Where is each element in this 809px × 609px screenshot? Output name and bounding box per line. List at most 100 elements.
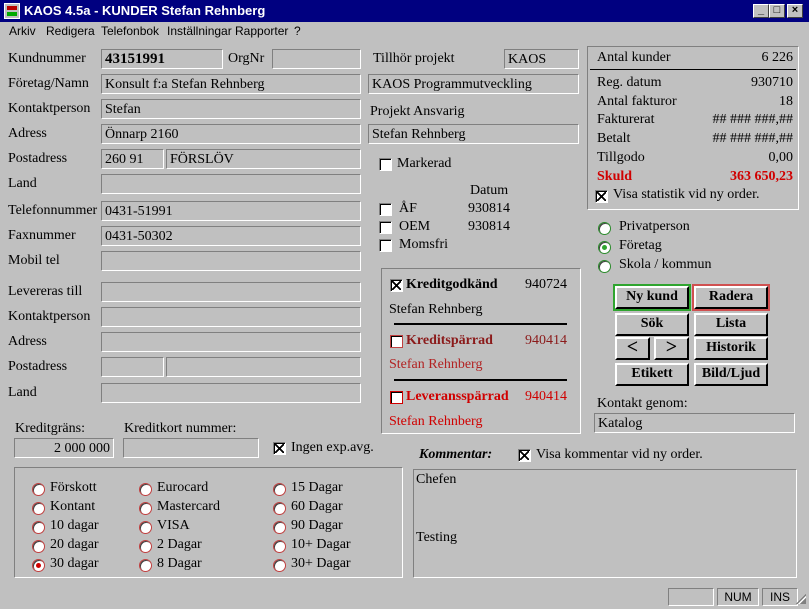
payment-radio-30-dagar[interactable]	[32, 559, 45, 572]
leveranssparrad-by: Stefan Rehnberg	[389, 414, 483, 429]
levereras-field[interactable]	[101, 282, 361, 302]
af-checkbox[interactable]	[379, 203, 392, 216]
payment-radio-60-dagar[interactable]	[273, 502, 286, 515]
visa-kommentar-checkbox[interactable]	[518, 449, 531, 462]
kontaktperson-field[interactable]: Stefan	[101, 99, 361, 119]
datum-label: Datum	[470, 183, 509, 198]
payment-radio-forskott[interactable]	[32, 483, 45, 496]
divider	[394, 323, 567, 325]
lev-kontaktperson-field[interactable]	[101, 307, 361, 327]
title-bar[interactable]: KAOS 4.5a - KUNDER Stefan Rehnberg _ □ ×	[0, 0, 809, 22]
land-field[interactable]	[101, 174, 361, 194]
stat-reg-datum-label: Reg. datum	[597, 75, 662, 90]
stat-tillgodo-value: 0,00	[768, 150, 794, 165]
type-radio-foretag[interactable]	[598, 241, 611, 254]
radera-button[interactable]: Radera	[694, 286, 768, 309]
fax-field[interactable]: 0431-50302	[101, 226, 361, 246]
payment-radio-90-dagar[interactable]	[273, 521, 286, 534]
menu-help[interactable]: ?	[294, 24, 301, 38]
mobil-field[interactable]	[101, 251, 361, 271]
kreditgodkand-label: Kreditgodkänd	[406, 277, 498, 292]
ingen-exp-avg-checkbox[interactable]	[273, 442, 286, 455]
kreditsparrad-label: Kreditspärrad	[406, 333, 493, 348]
menu-installningar[interactable]: Inställningar	[167, 24, 232, 38]
payment-radio-visa[interactable]	[139, 521, 152, 534]
lev-ort-field[interactable]	[166, 357, 361, 377]
payment-label-forskott: Förskott	[50, 480, 97, 495]
orgnr-field[interactable]	[272, 49, 361, 69]
divider	[394, 379, 567, 381]
stat-antal-fakturor-value: 18	[779, 94, 793, 109]
menu-rapporter[interactable]: Rapporter	[235, 24, 288, 38]
stat-antal-kunder-value: 6 226	[761, 50, 794, 65]
stat-fakturerat-label: Fakturerat	[597, 112, 655, 127]
maximize-button[interactable]: □	[769, 4, 785, 18]
payment-radio-8-dagar[interactable]	[139, 559, 152, 572]
payment-radio-30plus-dagar[interactable]	[273, 559, 286, 572]
resize-grip-icon[interactable]	[796, 594, 806, 604]
adress-field[interactable]: Önnarp 2160	[101, 124, 361, 144]
postnr-field[interactable]: 260 91	[101, 149, 164, 169]
visa-statistik-checkbox[interactable]	[595, 190, 608, 203]
projekt-namn-field[interactable]: KAOS Programmutveckling	[368, 74, 579, 94]
tillhor-projekt-field[interactable]: KAOS	[504, 49, 579, 69]
oem-checkbox[interactable]	[379, 221, 392, 234]
kundnummer-field[interactable]: 43151991	[101, 49, 223, 69]
lista-button[interactable]: Lista	[694, 313, 768, 336]
lev-postnr-field[interactable]	[101, 357, 164, 377]
fax-label: Faxnummer	[8, 228, 76, 243]
menu-telefonbok[interactable]: Telefonbok	[101, 24, 159, 38]
kreditsparrad-date: 940414	[525, 333, 567, 348]
payment-radio-kontant[interactable]	[32, 502, 45, 515]
lev-land-field[interactable]	[101, 383, 361, 403]
kreditgrans-field[interactable]: 2 000 000	[14, 438, 114, 458]
kommentar-textarea[interactable]: Chefen Testing	[413, 469, 797, 578]
payment-radio-eurocard[interactable]	[139, 483, 152, 496]
historik-button[interactable]: Historik	[694, 337, 768, 360]
payment-label-visa: VISA	[157, 518, 190, 533]
markerad-checkbox[interactable]	[379, 158, 392, 171]
payment-radio-15-dagar[interactable]	[273, 483, 286, 496]
kreditkort-field[interactable]	[123, 438, 259, 458]
payment-radio-10plus-dagar[interactable]	[273, 540, 286, 553]
stat-betalt-label: Betalt	[597, 131, 631, 146]
payment-radio-10-dagar[interactable]	[32, 521, 45, 534]
lev-kontaktperson-label: Kontaktperson	[8, 309, 91, 324]
app-icon[interactable]	[4, 3, 20, 19]
kreditgodkand-checkbox[interactable]	[390, 279, 403, 292]
telefon-field[interactable]: 0431-51991	[101, 201, 361, 221]
lev-adress-field[interactable]	[101, 332, 361, 352]
sok-button[interactable]: Sök	[615, 313, 689, 336]
kreditsparrad-checkbox[interactable]	[390, 335, 403, 348]
next-button[interactable]: >	[654, 337, 689, 360]
projekt-ansvarig-field[interactable]: Stefan Rehnberg	[368, 124, 579, 144]
leveranssparrad-checkbox[interactable]	[390, 391, 403, 404]
momsfri-checkbox[interactable]	[379, 239, 392, 252]
kontakt-genom-field[interactable]: Katalog	[594, 413, 795, 433]
payment-radio-2-dagar[interactable]	[139, 540, 152, 553]
type-label-skola-kommun: Skola / kommun	[619, 257, 712, 272]
bild-ljud-button[interactable]: Bild/Ljud	[694, 363, 768, 386]
stat-skuld-label: Skuld	[597, 169, 633, 184]
kontakt-genom-label: Kontakt genom:	[597, 396, 688, 411]
ny-kund-button[interactable]: Ny kund	[615, 286, 689, 309]
menu-redigera[interactable]: Redigera	[46, 24, 95, 38]
minimize-button[interactable]: _	[753, 4, 769, 18]
ort-field[interactable]: FÖRSLÖV	[166, 149, 361, 169]
prev-button[interactable]: <	[615, 337, 650, 360]
menu-arkiv[interactable]: Arkiv	[9, 24, 36, 38]
leveranssparrad-label: Leveransspärrad	[406, 389, 509, 404]
etikett-button[interactable]: Etikett	[615, 363, 689, 386]
payment-label-10plus-dagar: 10+ Dagar	[291, 537, 351, 552]
orgnr-label: OrgNr	[228, 51, 265, 66]
foretag-field[interactable]: Konsult f:a Stefan Rehnberg	[101, 74, 361, 94]
close-button[interactable]: ×	[787, 4, 803, 18]
kreditgodkand-date: 940724	[525, 277, 567, 292]
payment-label-mastercard: Mastercard	[157, 499, 220, 514]
payment-radio-20-dagar[interactable]	[32, 540, 45, 553]
payment-label-30-dagar: 30 dagar	[50, 556, 99, 571]
payment-label-15-dagar: 15 Dagar	[291, 480, 343, 495]
type-radio-skola-kommun[interactable]	[598, 260, 611, 273]
payment-radio-mastercard[interactable]	[139, 502, 152, 515]
type-radio-privatperson[interactable]	[598, 222, 611, 235]
